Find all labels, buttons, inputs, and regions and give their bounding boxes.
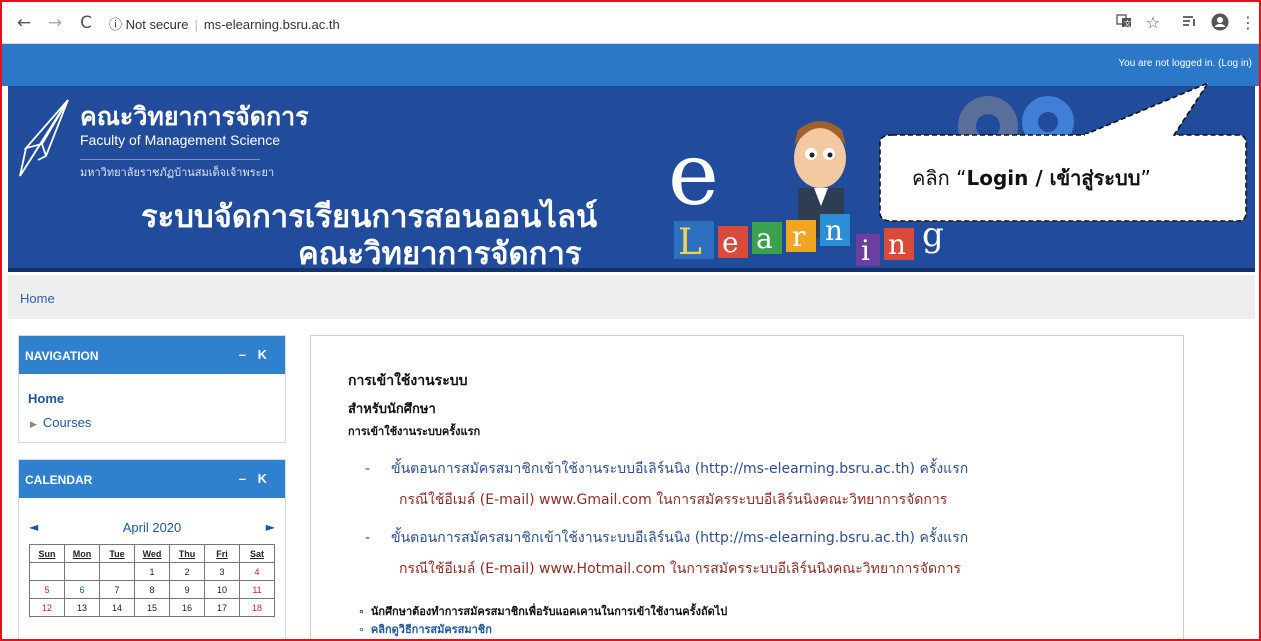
step-subtitle-gmail[interactable]: กรณีใช้อีเมล์ (E-mail) www.Gmail.com ในก… (399, 489, 947, 511)
calendar-day (64, 562, 100, 581)
security-status[interactable]: ⓘ Not secure (109, 17, 188, 32)
calendar-day (29, 562, 65, 581)
art-letter-L: L (678, 222, 702, 263)
block-dock-controls[interactable]: – K (239, 347, 271, 362)
divider (80, 159, 260, 160)
url-text[interactable]: ms-elearning.bsru.ac.th (204, 17, 340, 32)
callout-text: คลิก “Login / เข้าสู่ระบบ” (912, 166, 1151, 190)
calendar-day[interactable]: 16 (169, 598, 205, 617)
calendar-week-row: 12 13 14 15 16 17 18 (29, 598, 275, 617)
calendar-block-header: CALENDAR – K (19, 460, 285, 498)
system-title-line-2: คณะวิทยาการจัดการ (298, 236, 582, 272)
navigation-block: NAVIGATION – K Home ▶ Courses (18, 335, 286, 443)
nav-item-courses[interactable]: ▶ Courses (30, 415, 91, 430)
reload-icon[interactable]: C (76, 13, 96, 33)
calendar-week-row: 1 2 3 4 (29, 562, 275, 581)
callout-emphasis: Login / เข้าสู่ระบบ (966, 166, 1141, 190)
browser-toolbar: ← → C ⓘ Not secure | ms-elearning.bsru.ac.… (2, 2, 1259, 44)
callout-pointer (1083, 81, 1211, 140)
navigation-block-header: NAVIGATION – K (19, 336, 285, 374)
calendar-day-today[interactable]: 6 (64, 580, 100, 599)
calendar-day[interactable]: 1 (134, 562, 170, 581)
faculty-logo-icon (19, 99, 69, 177)
login-status-link[interactable]: You are not logged in. (Log in) (1118, 58, 1252, 69)
weekday-header: Mon (64, 544, 100, 563)
calendar-day[interactable]: 4 (239, 562, 275, 581)
next-month-arrow-icon[interactable]: ► (266, 520, 275, 534)
art-letter-e2: e (722, 226, 739, 259)
forward-arrow-icon[interactable]: → (45, 13, 65, 33)
navigation-title: NAVIGATION (25, 349, 99, 363)
calendar-week-row: 5 6 7 8 9 10 11 (29, 580, 275, 599)
art-letter-r: r (792, 220, 806, 253)
banner-bottom-strip (8, 268, 1255, 272)
bookmark-star-icon[interactable]: ☆ (1143, 13, 1163, 33)
content-heading: การเข้าใช้งานระบบ (348, 373, 468, 389)
more-menu-icon[interactable]: ⋮ (1240, 13, 1256, 33)
calendar-day[interactable]: 17 (204, 598, 240, 617)
block-dock-controls[interactable]: – K (239, 471, 271, 486)
calendar-block: CALENDAR – K April 2020 ◄ ► Sun Mon Tue … (18, 459, 286, 639)
content-caption: การเข้าใช้งานระบบครั้งแรก (348, 425, 481, 438)
calendar-day[interactable]: 3 (204, 562, 240, 581)
svg-text:文: 文 (1124, 19, 1131, 28)
art-letter-a: a (756, 222, 773, 255)
breadcrumb: Home (8, 275, 1255, 319)
weekday-header: Sun (29, 544, 65, 563)
calendar-month-label[interactable]: April 2020 (19, 520, 285, 535)
calendar-day[interactable]: 9 (169, 580, 205, 599)
prev-month-arrow-icon[interactable]: ◄ (29, 520, 38, 534)
calendar-day[interactable]: 10 (204, 580, 240, 599)
content-subheading: สำหรับนักศึกษา (348, 402, 436, 417)
calendar-day[interactable]: 11 (239, 580, 275, 599)
address-bar[interactable]: ⓘ Not secure | ms-elearning.bsru.ac.th (109, 14, 340, 33)
calendar-day[interactable]: 18 (239, 598, 275, 617)
step-subtitle-hotmail[interactable]: กรณีใช้อีเมล์ (E-mail) www.Hotmail.com ใ… (399, 558, 961, 580)
weekday-header: Thu (169, 544, 205, 563)
calendar-day[interactable]: 13 (64, 598, 100, 617)
faculty-name-english: Faculty of Management Science (80, 132, 280, 148)
weekday-header: Sat (239, 544, 275, 563)
university-name: มหาวิทยาลัยราชภัฏบ้านสมเด็จเจ้าพระยา (80, 166, 275, 179)
calendar-day (99, 562, 135, 581)
step-link-gmail[interactable]: - ขั้นตอนการสมัครสมาชิกเข้าใช้งานระบบอีเล… (365, 458, 968, 480)
profile-avatar-icon[interactable] (1210, 13, 1230, 33)
calendar-day[interactable]: 14 (99, 598, 135, 617)
art-letter-n2: n (888, 228, 906, 261)
reading-list-icon[interactable] (1179, 13, 1199, 33)
calendar-weekday-row: Sun Mon Tue Wed Thu Fri Sat (29, 544, 275, 563)
art-letter-n: n (825, 214, 843, 247)
signup-guide-link[interactable]: ∘ คลิกดูวิธีการสมัครสมาชิก (358, 620, 492, 638)
calendar-day[interactable]: 12 (29, 598, 65, 617)
faculty-name-thai: คณะวิทยาการจัดการ (80, 102, 309, 131)
weekday-header: Fri (204, 544, 240, 563)
list-item: ∘ นักศึกษาต้องทำการสมัครสมาชิกเพื่อรับแอค… (358, 605, 728, 618)
art-letter-i: i (861, 234, 870, 267)
calendar-title: CALENDAR (25, 473, 93, 487)
calendar-day[interactable]: 5 (29, 580, 65, 599)
back-arrow-icon[interactable]: ← (14, 13, 34, 33)
art-letter-e: e (668, 125, 719, 225)
nav-item-home[interactable]: Home (28, 391, 64, 406)
calendar-day[interactable]: 15 (134, 598, 170, 617)
calendar-day[interactable]: 2 (169, 562, 205, 581)
breadcrumb-home-link[interactable]: Home (20, 291, 55, 306)
main-content: การเข้าใช้งานระบบ สำหรับนักศึกษา การเข้า… (310, 335, 1184, 639)
calendar-grid: Sun Mon Tue Wed Thu Fri Sat 1 2 3 4 5 6 … (29, 544, 275, 617)
screenshot-frame: ← → C ⓘ Not secure | ms-elearning.bsru.ac.… (0, 0, 1261, 641)
weekday-header: Tue (99, 544, 135, 563)
translate-icon[interactable]: 文 (1114, 13, 1134, 33)
expand-triangle-icon: ▶ (30, 419, 37, 429)
calendar-day[interactable]: 7 (99, 580, 135, 599)
weekday-header: Wed (134, 544, 170, 563)
step-link-hotmail[interactable]: - ขั้นตอนการสมัครสมาชิกเข้าใช้งานระบบอีเล… (365, 527, 968, 549)
site-top-bar: You are not logged in. (Log in) (2, 44, 1259, 86)
calendar-day[interactable]: 8 (134, 580, 170, 599)
